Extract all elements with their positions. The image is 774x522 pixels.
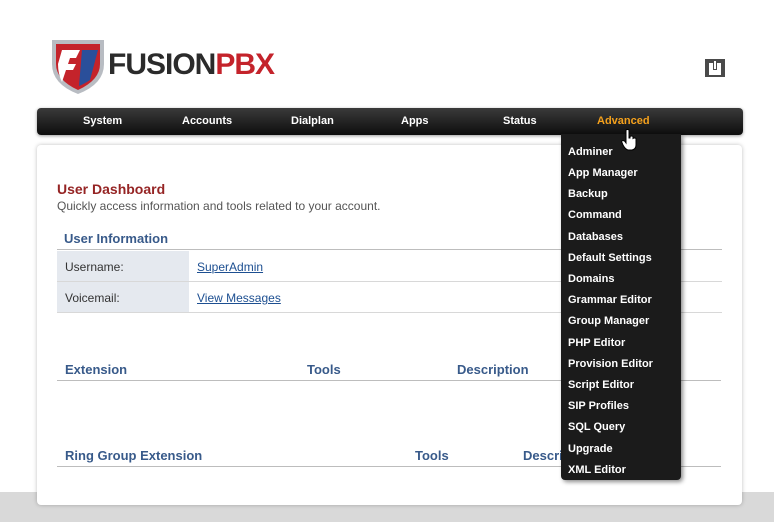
menu-item-xml-editor[interactable]: XML Editor	[568, 464, 626, 476]
menu-item-app-manager[interactable]: App Manager	[568, 167, 638, 179]
hand-cursor-icon	[621, 129, 637, 151]
menu-item-adminer[interactable]: Adminer	[568, 146, 613, 158]
ring-group-extension-header: Ring Group Extension	[65, 448, 203, 463]
fusionpbx-logo-icon	[52, 40, 104, 94]
menu-item-backup[interactable]: Backup	[568, 188, 608, 200]
logout-icon[interactable]	[704, 58, 726, 78]
extension-column-header: Extension	[65, 362, 128, 377]
menu-item-grammar-editor[interactable]: Grammar Editor	[568, 294, 652, 306]
username-link[interactable]: SuperAdmin	[197, 260, 263, 274]
nav-dialplan[interactable]: Dialplan	[291, 115, 334, 127]
extension-description-header: Description	[457, 362, 529, 377]
fusionpbx-logo-text: FUSIONPBX	[108, 48, 275, 81]
menu-item-default-settings[interactable]: Default Settings	[568, 252, 652, 264]
page-title: User Dashboard	[57, 181, 166, 197]
menu-item-databases[interactable]: Databases	[568, 231, 623, 243]
ring-group-description-header: Descri	[523, 448, 563, 463]
menu-item-provision-editor[interactable]: Provision Editor	[568, 358, 653, 370]
username-label: Username:	[57, 251, 189, 281]
menu-item-php-editor[interactable]: PHP Editor	[568, 337, 625, 349]
menu-item-script-editor[interactable]: Script Editor	[568, 379, 634, 391]
nav-apps[interactable]: Apps	[401, 115, 429, 127]
fusionpbx-logo[interactable]: FUSIONPBX	[46, 34, 276, 98]
view-messages-link[interactable]: View Messages	[197, 291, 281, 305]
voicemail-label: Voicemail:	[57, 282, 189, 312]
nav-system[interactable]: System	[83, 115, 122, 127]
user-information-title: User Information	[64, 231, 169, 246]
page-subtitle: Quickly access information and tools rel…	[57, 199, 381, 213]
extension-tools-header: Tools	[307, 362, 341, 377]
menu-item-domains[interactable]: Domains	[568, 273, 614, 285]
menu-item-command[interactable]: Command	[568, 209, 622, 221]
advanced-dropdown-menu: Adminer App Manager Backup Command Datab…	[561, 134, 681, 480]
nav-accounts[interactable]: Accounts	[182, 115, 232, 127]
ring-group-tools-header: Tools	[415, 448, 449, 463]
nav-advanced[interactable]: Advanced	[597, 115, 650, 127]
nav-status[interactable]: Status	[503, 115, 537, 127]
menu-item-upgrade[interactable]: Upgrade	[568, 443, 613, 455]
main-navbar: System Accounts Dialplan Apps Status Adv…	[37, 108, 743, 135]
menu-item-sql-query[interactable]: SQL Query	[568, 421, 625, 433]
menu-item-group-manager[interactable]: Group Manager	[568, 315, 649, 327]
menu-item-sip-profiles[interactable]: SIP Profiles	[568, 400, 629, 412]
